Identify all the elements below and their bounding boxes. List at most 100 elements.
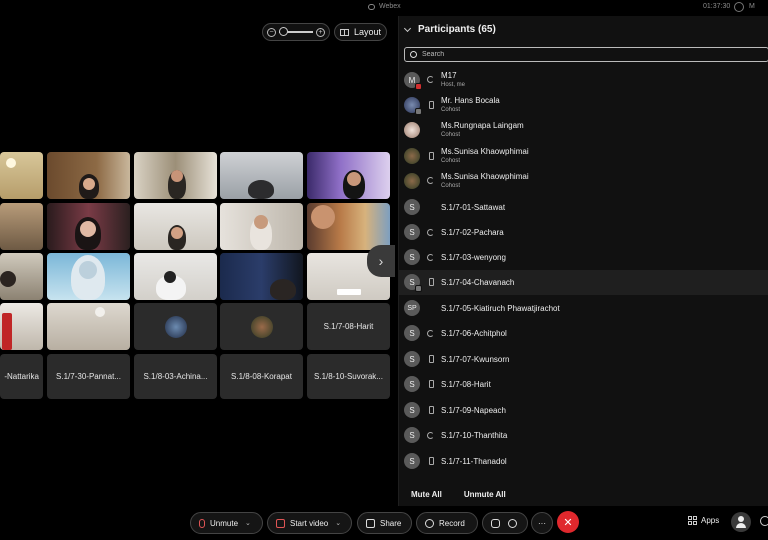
participant-avatar <box>404 122 420 138</box>
participants-header[interactable]: Participants (65) <box>403 24 496 35</box>
participant-avatar: M <box>404 72 422 90</box>
participant-row[interactable]: Mr. Hans Bocala Cohost <box>399 93 768 118</box>
layout-icon <box>339 28 349 36</box>
meeting-toolbar: Unmute ⌄ Start video ⌄ Share Record ··· <box>0 506 768 540</box>
participant-avatar: S <box>404 453 420 469</box>
zoom-slider-knob[interactable] <box>279 27 288 36</box>
status-badge-icon <box>415 285 422 292</box>
tile-name: S.1/7-30-Pannat... <box>56 372 121 381</box>
mute-all-button[interactable]: Mute All <box>411 490 442 499</box>
video-tile[interactable] <box>307 152 390 199</box>
participant-row[interactable]: S S.1/7-03-wenyong <box>399 245 768 270</box>
raise-hand-icon[interactable] <box>491 518 500 528</box>
search-input[interactable] <box>422 51 722 58</box>
unmute-all-button[interactable]: Unmute All <box>464 490 506 499</box>
app-title: Webex <box>368 3 401 10</box>
participants-panel: Participants (65) M M17 Host, me Mr. Han… <box>398 16 768 506</box>
participant-row[interactable]: S S.1/7-11-Thanadol <box>399 449 768 474</box>
video-tile[interactable] <box>0 253 43 300</box>
participant-row[interactable]: M M17 Host, me <box>399 68 768 93</box>
participants-toggle-button[interactable] <box>731 512 751 532</box>
participant-row[interactable]: S S.1/7-02-Pachara <box>399 220 768 245</box>
muted-mic-icon <box>199 518 205 528</box>
connection-icon <box>427 76 434 83</box>
video-tile-name[interactable]: S.1/8-10-Suvorak... <box>307 354 390 399</box>
video-tile-name[interactable]: -Nattarika <box>0 354 43 399</box>
close-icon: ✕ <box>563 516 573 529</box>
participant-row[interactable]: Ms.Sunisa Khaowphimai Cohost <box>399 144 768 169</box>
video-tile-name[interactable]: S.1/7-08-Harit <box>307 303 390 350</box>
video-tile[interactable] <box>220 253 303 300</box>
participant-avatar <box>404 148 420 164</box>
layout-button[interactable]: Layout <box>334 23 387 41</box>
video-tile-name[interactable]: S.1/8-08-Korapat <box>220 354 303 399</box>
participant-row[interactable]: S S.1/7-01-Sattawat <box>399 195 768 220</box>
phone-icon <box>429 278 434 286</box>
video-tile[interactable] <box>220 203 303 250</box>
zoom-out-icon[interactable]: − <box>267 27 276 37</box>
video-tile-name[interactable]: S.1/7-30-Pannat... <box>47 354 130 399</box>
unmute-button[interactable]: Unmute ⌄ <box>190 512 263 534</box>
emoji-icon[interactable] <box>508 518 517 528</box>
layout-label: Layout <box>353 27 382 37</box>
person-icon-body <box>736 523 746 528</box>
participant-row[interactable]: Ms.Sunisa Khaowphimai Cohost <box>399 169 768 194</box>
phone-icon <box>429 101 434 109</box>
participant-row[interactable]: S S.1/7-07-Kwunsorn <box>399 347 768 372</box>
chat-icon[interactable] <box>760 516 768 526</box>
video-tile-avatar[interactable] <box>134 303 217 350</box>
participant-avatar: S <box>404 274 422 292</box>
participant-row[interactable]: S S.1/7-06-Achitphol <box>399 321 768 346</box>
video-tile[interactable] <box>0 203 43 250</box>
video-tile[interactable] <box>220 152 303 199</box>
video-tile[interactable] <box>134 253 217 300</box>
title-bar: Webex 01:37:30 M <box>0 0 768 16</box>
tile-name: S.1/8-10-Suvorak... <box>314 372 383 381</box>
zoom-in-icon[interactable]: + <box>316 27 325 37</box>
video-tile[interactable] <box>47 253 130 300</box>
reactions-button[interactable] <box>482 512 528 534</box>
participant-row[interactable]: SP S.1/7-05-Kiatiruch Phawatjirachot <box>399 296 768 321</box>
video-tile[interactable] <box>47 203 130 250</box>
video-tile-name[interactable]: S.1/8-03-Achina... <box>134 354 217 399</box>
video-tile[interactable] <box>47 303 130 350</box>
person-icon <box>738 516 744 522</box>
participant-row[interactable]: Ms.Rungnapa Laingam Cohost <box>399 118 768 143</box>
phone-icon <box>429 380 434 388</box>
zoom-control[interactable]: − + <box>262 23 330 41</box>
participant-avatar <box>404 97 422 115</box>
video-tile[interactable] <box>47 152 130 199</box>
video-tile[interactable] <box>307 203 390 250</box>
participant-search[interactable] <box>404 47 768 62</box>
apps-button[interactable]: Apps <box>688 516 719 525</box>
video-tile-avatar[interactable] <box>220 303 303 350</box>
chevron-down-icon[interactable] <box>403 24 412 32</box>
chevron-down-icon[interactable]: ⌄ <box>245 519 251 527</box>
next-page-button[interactable]: › <box>367 245 395 277</box>
participant-row[interactable]: S S.1/7-10-Thanthita <box>399 423 768 448</box>
participant-name: S.1/7-08-Harit <box>441 380 491 389</box>
phone-icon <box>429 355 434 363</box>
tile-name: S.1/8-08-Korapat <box>231 372 292 381</box>
record-button[interactable]: Record <box>416 512 478 534</box>
participant-avatar: S <box>404 199 420 215</box>
tile-name: -Nattarika <box>4 372 39 381</box>
participant-row[interactable]: S S.1/7-09-Napeach <box>399 398 768 423</box>
participant-name: S.1/7-05-Kiatiruch Phawatjirachot <box>441 304 560 313</box>
share-button[interactable]: Share <box>357 512 412 534</box>
video-tile[interactable] <box>0 152 43 199</box>
end-call-button[interactable]: ✕ <box>557 511 579 533</box>
more-options-button[interactable]: ··· <box>531 512 553 534</box>
participant-row[interactable]: S S.1/7-04-Chavanach <box>399 270 768 295</box>
zoom-slider[interactable] <box>279 27 313 36</box>
video-tile[interactable] <box>0 303 43 350</box>
apps-icon <box>688 516 697 525</box>
chevron-down-icon[interactable]: ⌄ <box>335 519 341 527</box>
video-tile[interactable] <box>134 152 217 199</box>
start-video-button[interactable]: Start video ⌄ <box>267 512 352 534</box>
video-tile[interactable] <box>134 203 217 250</box>
participant-row[interactable]: S S.1/7-08-Harit <box>399 372 768 397</box>
webex-logo-icon <box>368 3 375 10</box>
participant-name: S.1/7-03-wenyong <box>441 253 506 262</box>
info-icon[interactable] <box>734 2 744 12</box>
